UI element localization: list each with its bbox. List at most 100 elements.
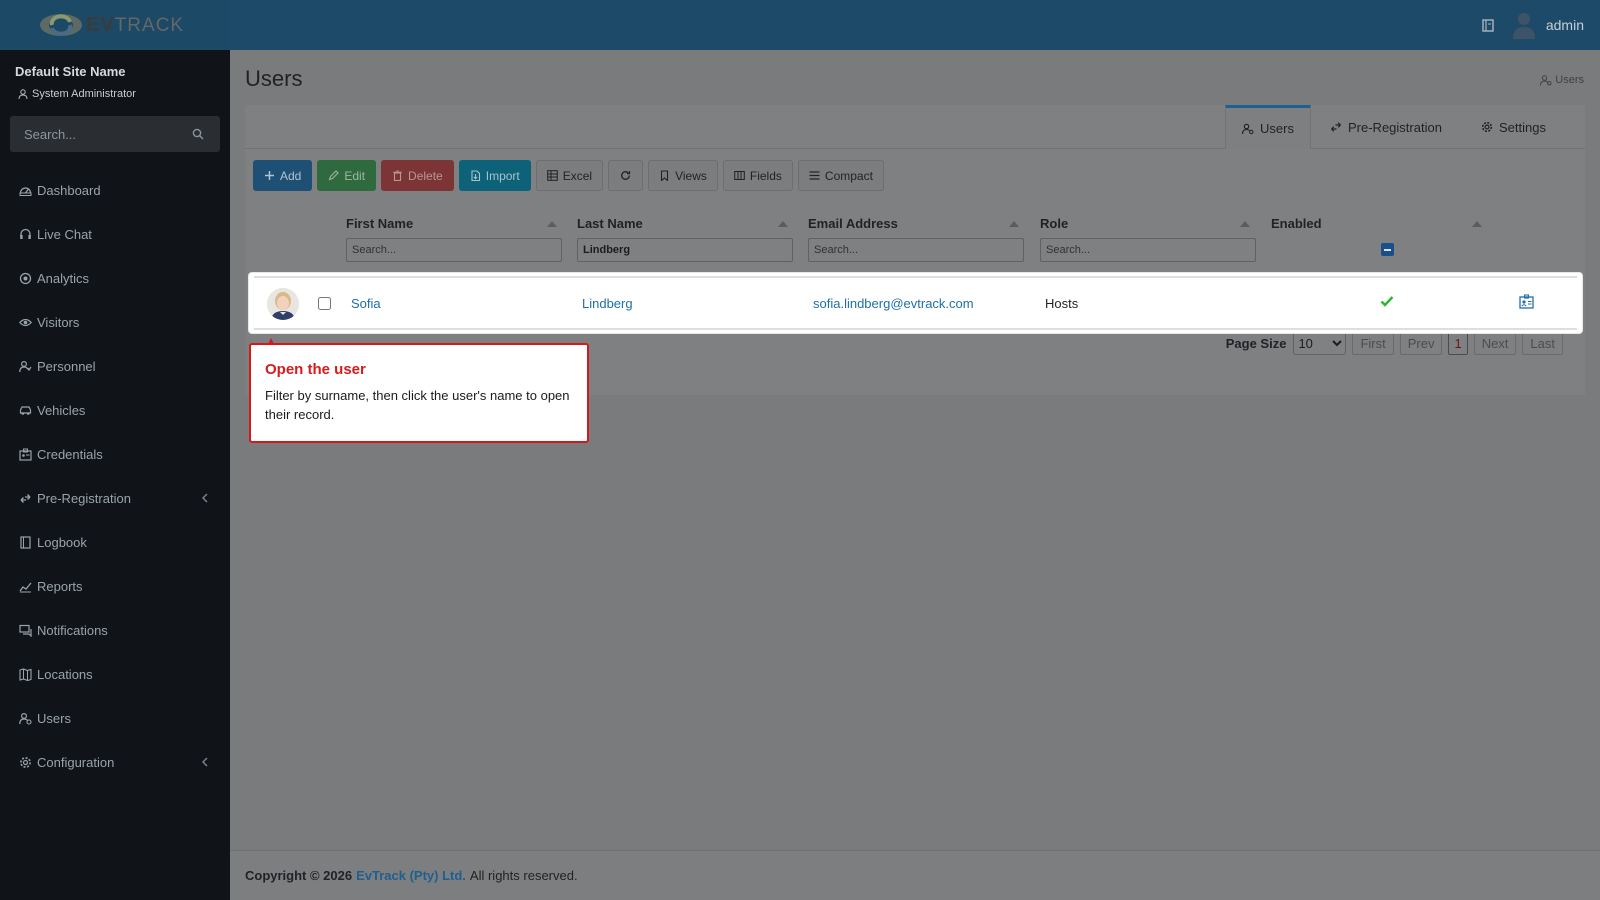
users-icon [19, 712, 32, 725]
last-page-button[interactable]: Last [1522, 331, 1563, 355]
sidebar-item-logbook[interactable]: Logbook [0, 520, 230, 564]
views-button[interactable]: Views [648, 160, 718, 191]
enabled-filter-checkbox[interactable] [1381, 243, 1394, 256]
sidebar-item-configuration[interactable]: Configuration [0, 740, 230, 784]
tooltip-title: Open the user [265, 361, 366, 378]
guide-tooltip: Open the user Filter by surname, then cl… [249, 338, 589, 443]
add-button[interactable]: Add [253, 160, 313, 191]
current-page-button[interactable]: 1 [1448, 331, 1468, 355]
sort-icon[interactable] [1240, 221, 1250, 227]
role-value: Hosts [1045, 296, 1079, 311]
tooltip-body: Filter by surname, then click the user's… [265, 388, 570, 422]
email-filter[interactable] [808, 238, 1024, 262]
col-last-name[interactable]: Last Name [577, 216, 643, 231]
sidebar-item-notifications[interactable]: Notifications [0, 608, 230, 652]
col-enabled[interactable]: Enabled [1271, 216, 1322, 231]
users-icon [1540, 74, 1552, 86]
pencil-icon [328, 170, 340, 181]
sort-icon[interactable] [1472, 221, 1482, 227]
footer-company-link[interactable]: EvTrack (Pty) Ltd. [356, 868, 466, 883]
table-row[interactable]: Sofia Lindberg sofia.lindberg@evtrack.co… [249, 273, 1582, 333]
sidebar: Default Site Name System Administrator D… [0, 50, 230, 900]
brand-logo[interactable]: EVTRACK [0, 0, 230, 50]
col-email[interactable]: Email Address [808, 216, 898, 231]
sidebar-item-analytics[interactable]: Analytics [0, 256, 230, 300]
page-size-label: Page Size [1225, 335, 1287, 351]
user-avatar-icon [1512, 13, 1535, 39]
book-icon[interactable] [1482, 18, 1494, 32]
file-import-icon [471, 170, 480, 181]
refresh-button[interactable] [608, 160, 644, 191]
col-first-name[interactable]: First Name [346, 216, 413, 231]
prev-page-button[interactable]: Prev [1399, 331, 1443, 355]
avatar [267, 288, 299, 320]
page-size-select[interactable]: 10 [1293, 331, 1347, 355]
user-icon [18, 89, 28, 99]
last-name-link[interactable]: Lindberg [582, 296, 633, 311]
list-icon [809, 171, 820, 180]
gear-icon [1481, 121, 1493, 133]
tab-settings[interactable]: Settings [1481, 105, 1546, 149]
exchange-icon [20, 493, 31, 503]
next-page-button[interactable]: Next [1473, 331, 1517, 355]
sidebar-item-locations[interactable]: Locations [0, 652, 230, 696]
toolbar: Add Edit Delete Import Excel Views Field… [253, 160, 884, 191]
sidebar-item-visitors[interactable]: Visitors [0, 300, 230, 344]
delete-button[interactable]: Delete [381, 160, 454, 191]
edit-button[interactable]: Edit [317, 160, 377, 191]
sort-icon[interactable] [778, 221, 788, 227]
car-icon [19, 405, 32, 415]
import-button[interactable]: Import [458, 160, 531, 191]
sidebar-search [10, 116, 220, 152]
user-menu[interactable]: admin [1512, 11, 1584, 39]
sidebar-item-pre-registration[interactable]: Pre-Registration [0, 476, 230, 520]
compact-button[interactable]: Compact [797, 160, 884, 191]
excel-button[interactable]: Excel [535, 160, 604, 191]
gear-icon [20, 756, 31, 768]
first-name-link[interactable]: Sofia [351, 296, 381, 311]
first-page-button[interactable]: First [1352, 331, 1394, 355]
personnel-icon [19, 360, 32, 372]
footer-rights: All rights reserved. [469, 868, 578, 883]
dashboard-icon [19, 186, 32, 196]
role-filter[interactable] [1040, 238, 1256, 262]
sidebar-item-personnel[interactable]: Personnel [0, 344, 230, 388]
sort-icon[interactable] [1009, 221, 1019, 227]
plus-icon [265, 171, 274, 180]
refresh-icon [621, 171, 631, 180]
fields-button[interactable]: Fields [722, 160, 793, 191]
user-photo-icon [267, 288, 299, 320]
site-name: Default Site Name [15, 64, 126, 79]
columns-icon [734, 171, 745, 180]
tab-pre-registration[interactable]: Pre-Registration [1330, 105, 1442, 149]
tab-bar: Users Pre-Registration Settings [245, 105, 1585, 149]
site-role: System Administrator [18, 88, 136, 100]
sidebar-item-vehicles[interactable]: Vehicles [0, 388, 230, 432]
table-icon [546, 170, 558, 181]
check-icon [1380, 296, 1394, 307]
col-role[interactable]: Role [1040, 216, 1068, 231]
row-checkbox[interactable] [318, 297, 331, 310]
bookmark-icon [661, 170, 669, 181]
top-bar: EVTRACK admin [0, 0, 1600, 50]
email-link[interactable]: sofia.lindberg@evtrack.com [813, 296, 974, 311]
id-badge-icon[interactable] [1519, 294, 1534, 309]
sidebar-item-live-chat[interactable]: Live Chat [0, 212, 230, 256]
footer-copyright: Copyright © 2026 [245, 868, 353, 883]
last-name-filter[interactable] [577, 238, 793, 262]
tooltip-arrow [268, 338, 274, 344]
sidebar-item-credentials[interactable]: Credentials [0, 432, 230, 476]
sort-icon[interactable] [547, 221, 557, 227]
sidebar-item-users[interactable]: Users [0, 696, 230, 740]
brand-name: EVTRACK [86, 13, 185, 36]
analytics-icon [19, 272, 32, 284]
sidebar-item-reports[interactable]: Reports [0, 564, 230, 608]
search-icon[interactable] [192, 128, 204, 140]
map-icon [19, 667, 32, 681]
breadcrumb-current[interactable]: Users [1555, 74, 1584, 86]
exchange-icon [1331, 122, 1341, 132]
first-name-filter[interactable] [346, 238, 562, 262]
tab-users[interactable]: Users [1225, 105, 1311, 149]
sidebar-search-input[interactable] [10, 116, 180, 152]
sidebar-item-dashboard[interactable]: Dashboard [0, 168, 230, 212]
